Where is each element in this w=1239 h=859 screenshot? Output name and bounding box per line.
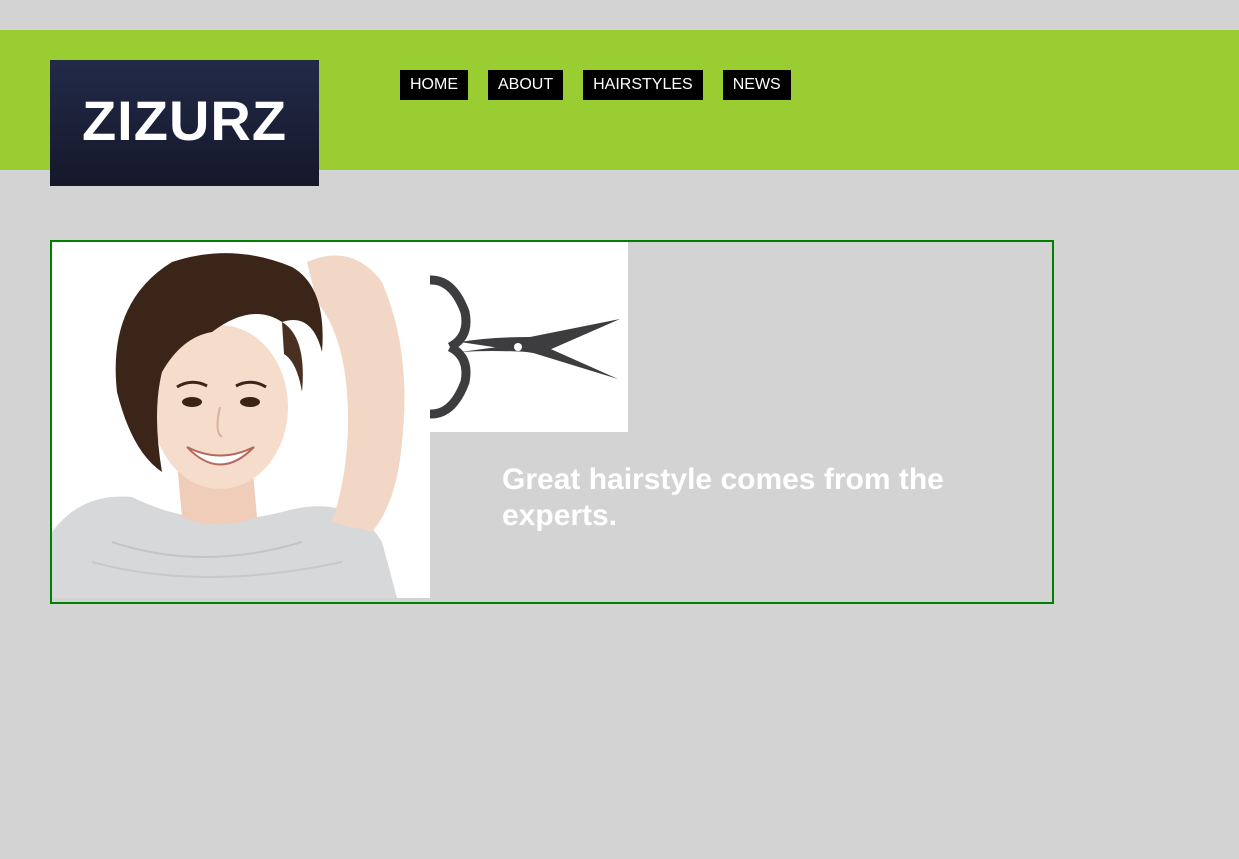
nav-item-about[interactable]: ABOUT	[488, 70, 564, 100]
scissors-icon	[430, 242, 628, 432]
hero-banner: Great hairstyle comes from the experts.	[50, 240, 1054, 604]
nav-item-home[interactable]: HOME	[400, 70, 468, 100]
banner-tagline: Great hairstyle comes from the experts.	[502, 463, 944, 532]
woman-portrait-image	[52, 242, 430, 598]
logo-text: ZIZURZ	[81, 89, 288, 152]
site-logo[interactable]: ZIZURZ	[50, 60, 319, 186]
nav-item-news[interactable]: NEWS	[722, 70, 791, 100]
nav-item-hairstyles[interactable]: HAIRSTYLES	[583, 70, 703, 100]
main-nav: HOME ABOUT HAIRSTYLES NEWS	[400, 70, 791, 100]
